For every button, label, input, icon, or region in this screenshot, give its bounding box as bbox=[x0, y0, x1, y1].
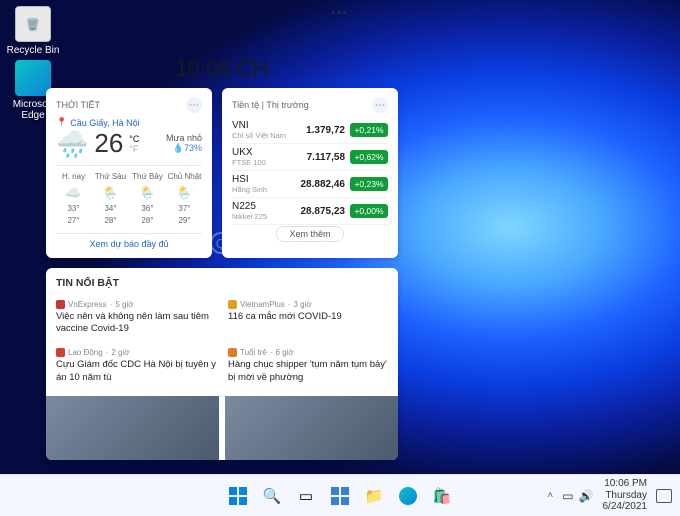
forecast-day[interactable]: Chủ Nhật 🌦️ 37° 29° bbox=[167, 171, 202, 227]
desktop: ••• 🗑️ Recycle Bin Microsoft Edge 10:06 … bbox=[0, 0, 680, 474]
file-explorer-button[interactable]: 📁 bbox=[361, 483, 387, 509]
store-button[interactable]: 🛍️ bbox=[429, 483, 455, 509]
weather-location[interactable]: 📍 Cầu Giấy, Hà Nội bbox=[56, 117, 140, 128]
forecast-icon: 🌦️ bbox=[93, 183, 128, 203]
source-badge-icon bbox=[56, 348, 65, 357]
weather-condition-icon: 🌧️ bbox=[56, 131, 88, 157]
stock-change-badge: +0,21% bbox=[350, 123, 388, 137]
unit-celsius[interactable]: °C bbox=[129, 134, 139, 144]
news-thumbnail[interactable] bbox=[225, 396, 398, 460]
desktop-icon-label: Recycle Bin bbox=[6, 45, 60, 56]
widgets-panel: 10:06 CH THỜI TIẾT ⋯ 📍 Cầu Giấy, Hà Nội … bbox=[46, 56, 398, 460]
taskbar-clock[interactable]: 10:06 PM Thursday 6/24/2021 bbox=[603, 478, 648, 513]
source-badge-icon bbox=[228, 300, 237, 309]
droplet-icon: 💧 bbox=[173, 143, 184, 153]
volume-icon[interactable]: 🔊 bbox=[579, 489, 594, 503]
task-view-button[interactable]: ▭ bbox=[293, 483, 319, 509]
taskbar: 🔍 ▭ 📁 🛍️ ˄ ▭ 🔊 10:06 PM Thursday 6/24/20… bbox=[0, 474, 680, 516]
widgets-clock: 10:06 CH bbox=[46, 56, 398, 82]
stocks-widget[interactable]: Tiền tệ | Thị trường ⋯ VNIChỉ số Việt Na… bbox=[222, 88, 398, 258]
weather-full-forecast-link[interactable]: Xem dự báo đầy đủ bbox=[56, 233, 202, 249]
weather-widget[interactable]: THỜI TIẾT ⋯ 📍 Cầu Giấy, Hà Nội 🌧️ 26 °C … bbox=[46, 88, 212, 258]
stock-change-badge: +0,23% bbox=[350, 177, 388, 191]
notifications-button[interactable] bbox=[656, 489, 672, 503]
tray-overflow-button[interactable]: ˄ bbox=[547, 490, 553, 501]
recycle-bin-icon: 🗑️ bbox=[15, 6, 51, 42]
source-badge-icon bbox=[228, 348, 237, 357]
news-item[interactable]: Tuổi trẻ · 6 giờ Hàng chục shipper 'tụm … bbox=[222, 343, 388, 392]
stock-row[interactable]: N225Nikkei 225 28.875,23 +0,00% bbox=[232, 198, 388, 225]
forecast-day[interactable]: Thứ Bảy 🌦️ 36° 28° bbox=[130, 171, 165, 227]
news-title: TIN NỔI BẬT bbox=[56, 277, 388, 289]
search-button[interactable]: 🔍 bbox=[259, 483, 285, 509]
condition-text: Mưa nhỏ bbox=[166, 133, 202, 143]
edge-button[interactable] bbox=[395, 483, 421, 509]
start-button[interactable] bbox=[225, 483, 251, 509]
unit-fahrenheit[interactable]: °F bbox=[129, 144, 139, 154]
news-thumbnail[interactable] bbox=[46, 396, 219, 460]
stock-row[interactable]: UKXFTSE 100 7.117,58 +0,62% bbox=[232, 144, 388, 171]
system-tray: ˄ ▭ 🔊 10:06 PM Thursday 6/24/2021 bbox=[547, 478, 672, 513]
news-item[interactable]: Lao Động · 2 giờ Cựu Giám đốc CDC Hà Nội… bbox=[56, 343, 222, 392]
cast-icon[interactable]: ▭ bbox=[562, 489, 573, 503]
source-badge-icon bbox=[56, 300, 65, 309]
forecast-icon: ☁️ bbox=[56, 183, 91, 203]
forecast-icon: 🌦️ bbox=[130, 183, 165, 203]
forecast-day[interactable]: H. nay ☁️ 33° 27° bbox=[56, 171, 91, 227]
forecast-icon: 🌦️ bbox=[167, 183, 202, 203]
overflow-dots: ••• bbox=[332, 8, 349, 19]
stock-change-badge: +0,00% bbox=[350, 204, 388, 218]
forecast-row: H. nay ☁️ 33° 27° Thứ Sáu 🌦️ 34° 28° Thứ… bbox=[56, 165, 202, 227]
news-widget: TIN NỔI BẬT VnExpress · 5 giờ Việc nên v… bbox=[46, 268, 398, 460]
widgets-button[interactable] bbox=[327, 483, 353, 509]
current-temp: 26 bbox=[94, 128, 123, 159]
stock-row[interactable]: HSIHãng Sinh 28.882,46 +0,23% bbox=[232, 171, 388, 198]
stocks-see-more-button[interactable]: Xem thêm bbox=[276, 226, 343, 242]
stock-row[interactable]: VNIChỉ số Việt Nam 1.379,72 +0,21% bbox=[232, 117, 388, 144]
news-item[interactable]: VnExpress · 5 giờ Việc nên và không nên … bbox=[56, 295, 222, 344]
stocks-title: Tiền tệ | Thị trường bbox=[232, 100, 309, 110]
news-thumbnails bbox=[46, 396, 398, 460]
news-item[interactable]: VietnamPlus · 3 giờ 116 ca mắc mới COVID… bbox=[222, 295, 388, 344]
widget-menu-button[interactable]: ⋯ bbox=[372, 97, 388, 113]
desktop-icon-recycle-bin[interactable]: 🗑️ Recycle Bin bbox=[6, 6, 60, 56]
location-icon: 📍 bbox=[56, 117, 67, 128]
widget-menu-button[interactable]: ⋯ bbox=[186, 97, 202, 113]
forecast-day[interactable]: Thứ Sáu 🌦️ 34° 28° bbox=[93, 171, 128, 227]
weather-title: THỜI TIẾT bbox=[56, 100, 100, 110]
taskbar-center: 🔍 ▭ 📁 🛍️ bbox=[225, 483, 455, 509]
stock-change-badge: +0,62% bbox=[350, 150, 388, 164]
